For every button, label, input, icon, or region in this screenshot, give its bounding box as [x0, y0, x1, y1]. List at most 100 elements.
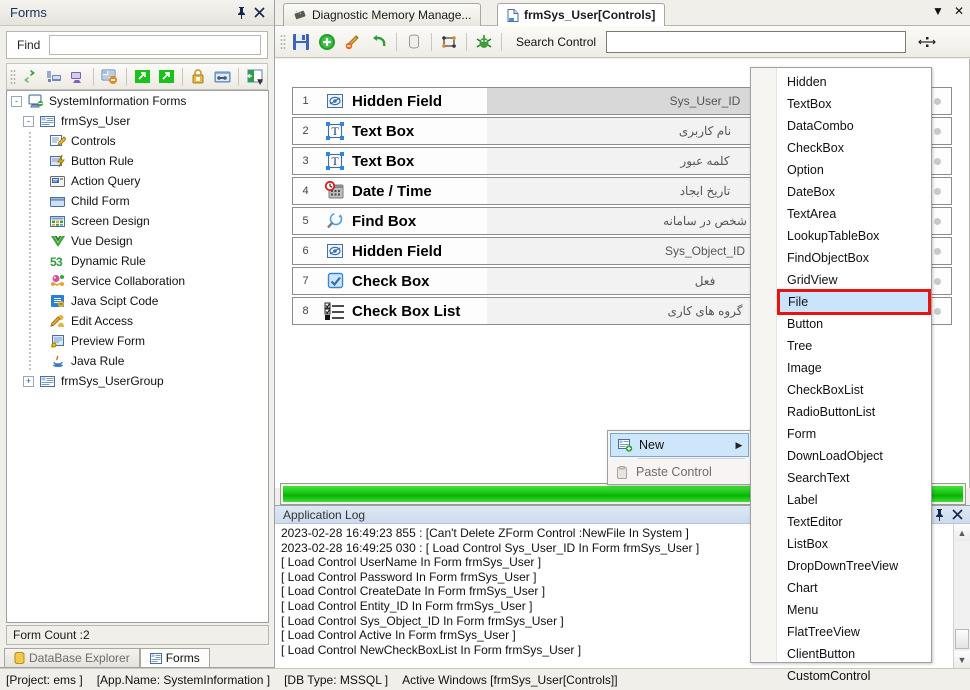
datetime-icon [318, 181, 352, 201]
pin-icon[interactable] [930, 506, 948, 524]
menu-gutter [751, 68, 777, 662]
toolbar-separator [182, 67, 183, 86]
scroll-thumb[interactable] [955, 629, 969, 649]
scroll-up-icon[interactable]: ▲ [954, 524, 970, 541]
close-icon[interactable]: ✕ [954, 4, 964, 18]
control-type-item-form[interactable]: Form [777, 423, 931, 445]
lock-icon[interactable] [187, 65, 211, 88]
tab-database-explorer[interactable]: DataBase Explorer [4, 648, 140, 667]
tab-forms[interactable]: Forms [139, 648, 210, 667]
textbox-icon: T [318, 121, 352, 141]
tree-item-label: Button Rule [71, 154, 134, 168]
window-link-icon[interactable] [211, 65, 235, 88]
form-delete-icon[interactable] [98, 65, 122, 88]
chevron-down-icon[interactable]: ▼ [255, 77, 265, 88]
control-type-item-downloadobject[interactable]: DownLoadObject [777, 445, 931, 467]
status-db-type: [DB Type: MSSQL ] [284, 672, 389, 687]
control-type-item-file[interactable]: File [777, 289, 931, 315]
export-green2-icon[interactable] [154, 65, 178, 88]
control-type-item-menu[interactable]: Menu [777, 599, 931, 621]
tree-item-java-scipt-code[interactable]: Java Scipt Code [7, 291, 268, 311]
tree-expander[interactable]: - [11, 95, 22, 107]
control-type-item-textbox[interactable]: TextBox [777, 93, 931, 115]
close-icon[interactable] [250, 4, 268, 22]
tree-item-button-rule[interactable]: Button Rule [7, 151, 268, 171]
tree-expander[interactable]: + [23, 375, 34, 387]
service-collaboration-icon [49, 273, 67, 289]
tab-diagnostic-memory-manager[interactable]: Diagnostic Memory Manage... [283, 3, 482, 26]
control-type-item-datebox[interactable]: DateBox [777, 181, 931, 203]
control-type-item-datacombo[interactable]: DataCombo [777, 115, 931, 137]
control-type-item-chart[interactable]: Chart [777, 577, 931, 599]
database-icon [14, 652, 25, 664]
control-type-item-clientbutton[interactable]: ClientButton [777, 643, 931, 665]
control-row-number: 3 [302, 155, 309, 167]
tree-item-java-rule[interactable]: Java Rule [7, 351, 268, 371]
toolbar-separator [501, 32, 502, 51]
context-menu-item-paste-control[interactable]: Paste Control [608, 460, 751, 484]
undo-icon[interactable] [366, 29, 392, 55]
close-icon[interactable] [948, 506, 966, 524]
control-type-item-radiobuttonlist[interactable]: RadioButtonList [777, 401, 931, 423]
tree-item-frmsys-user[interactable]: - frmSys_User [7, 111, 268, 131]
log-scrollbar[interactable]: ▲ ▼ [953, 524, 970, 668]
control-type-item-searchtext[interactable]: SearchText [777, 467, 931, 489]
tree-item-preview-form[interactable]: Preview Form [7, 331, 268, 351]
control-type-item-checkbox[interactable]: CheckBox [777, 137, 931, 159]
tree-item-action-query[interactable]: Action Query [7, 171, 268, 191]
tree-item-edit-access[interactable]: Edit Access [7, 311, 268, 331]
screen-design-icon [49, 213, 67, 229]
control-type-item-listbox[interactable]: ListBox [777, 533, 931, 555]
toolbar-grip[interactable] [280, 33, 286, 50]
tree-expander[interactable]: - [23, 115, 34, 127]
control-type-item-label[interactable]: Label [777, 489, 931, 511]
scroll-down-icon[interactable]: ▼ [954, 651, 970, 668]
forms-tree[interactable]: - SystemInformation Forms - frmSys_User Cont… [6, 90, 269, 623]
database-cylinder-icon[interactable] [401, 29, 427, 55]
svg-text:3: 3 [56, 255, 63, 268]
control-type-item-checkboxlist[interactable]: CheckBoxList [777, 379, 931, 401]
find-input[interactable] [49, 35, 261, 55]
tree-item-controls[interactable]: Controls [7, 131, 268, 151]
context-menu-item-new[interactable]: New ▶ [610, 433, 749, 457]
tree-item-screen-design[interactable]: Screen Design [7, 211, 268, 231]
refresh-icon[interactable] [18, 65, 42, 88]
add-icon[interactable] [314, 29, 340, 55]
toolbar-grip[interactable] [10, 68, 16, 85]
control-type-item-lookuptablebox[interactable]: LookupTableBox [777, 225, 931, 247]
control-type-item-option[interactable]: Option [777, 159, 931, 181]
control-type-item-hidden[interactable]: Hidden [777, 71, 931, 93]
context-menu[interactable]: New ▶ Paste Control [607, 430, 752, 485]
tree-item-label: SystemInformation Forms [49, 94, 187, 108]
tree-item-systeminformation-forms[interactable]: - SystemInformation Forms [7, 91, 268, 111]
search-control-input[interactable] [606, 30, 907, 53]
server-import-icon[interactable] [42, 65, 66, 88]
control-type-item-dropdowntreeview[interactable]: DropDownTreeView [777, 555, 931, 577]
tree-item-dynamic-rule[interactable]: 5 3 Dynamic Rule [7, 251, 268, 271]
chevron-down-icon[interactable]: ▼ [932, 4, 944, 18]
bug-icon[interactable] [471, 29, 497, 55]
control-type-item-flattreeview[interactable]: FlatTreeView [777, 621, 931, 643]
tree-item-child-form[interactable]: Child Form [7, 191, 268, 211]
control-type-item-findobjectbox[interactable]: FindObjectBox [777, 247, 931, 269]
mapping-icon[interactable] [436, 29, 462, 55]
tree-item-service-collaboration[interactable]: Service Collaboration [7, 271, 268, 291]
pin-icon[interactable] [232, 4, 250, 22]
control-type-item-textarea[interactable]: TextArea [777, 203, 931, 225]
control-type-item-tree[interactable]: Tree [777, 335, 931, 357]
server-export-icon[interactable] [65, 65, 89, 88]
save-icon[interactable] [288, 29, 314, 55]
control-type-item-gridview[interactable]: GridView [777, 269, 931, 291]
control-type-item-customcontrol[interactable]: CustomControl [777, 665, 931, 687]
export-green-icon[interactable] [131, 65, 155, 88]
edit-icon[interactable] [340, 29, 366, 55]
tab-frmsys-user-controls[interactable]: frmSys_User[Controls] [497, 3, 666, 26]
control-type-menu[interactable]: Hidden TextBox DataCombo CheckBox Option Date… [750, 67, 932, 683]
control-type-item-texteditor[interactable]: TextEditor [777, 511, 931, 533]
control-type-item-image[interactable]: Image [777, 357, 931, 379]
tree-item-frmsys-usergroup[interactable]: + frmSys_UserGroup [7, 371, 268, 391]
tree-item-label: Java Scipt Code [71, 294, 159, 308]
move-handles-icon[interactable] [914, 29, 940, 55]
control-type-item-button[interactable]: Button [777, 313, 931, 335]
tree-item-vue-design[interactable]: Vue Design [7, 231, 268, 251]
